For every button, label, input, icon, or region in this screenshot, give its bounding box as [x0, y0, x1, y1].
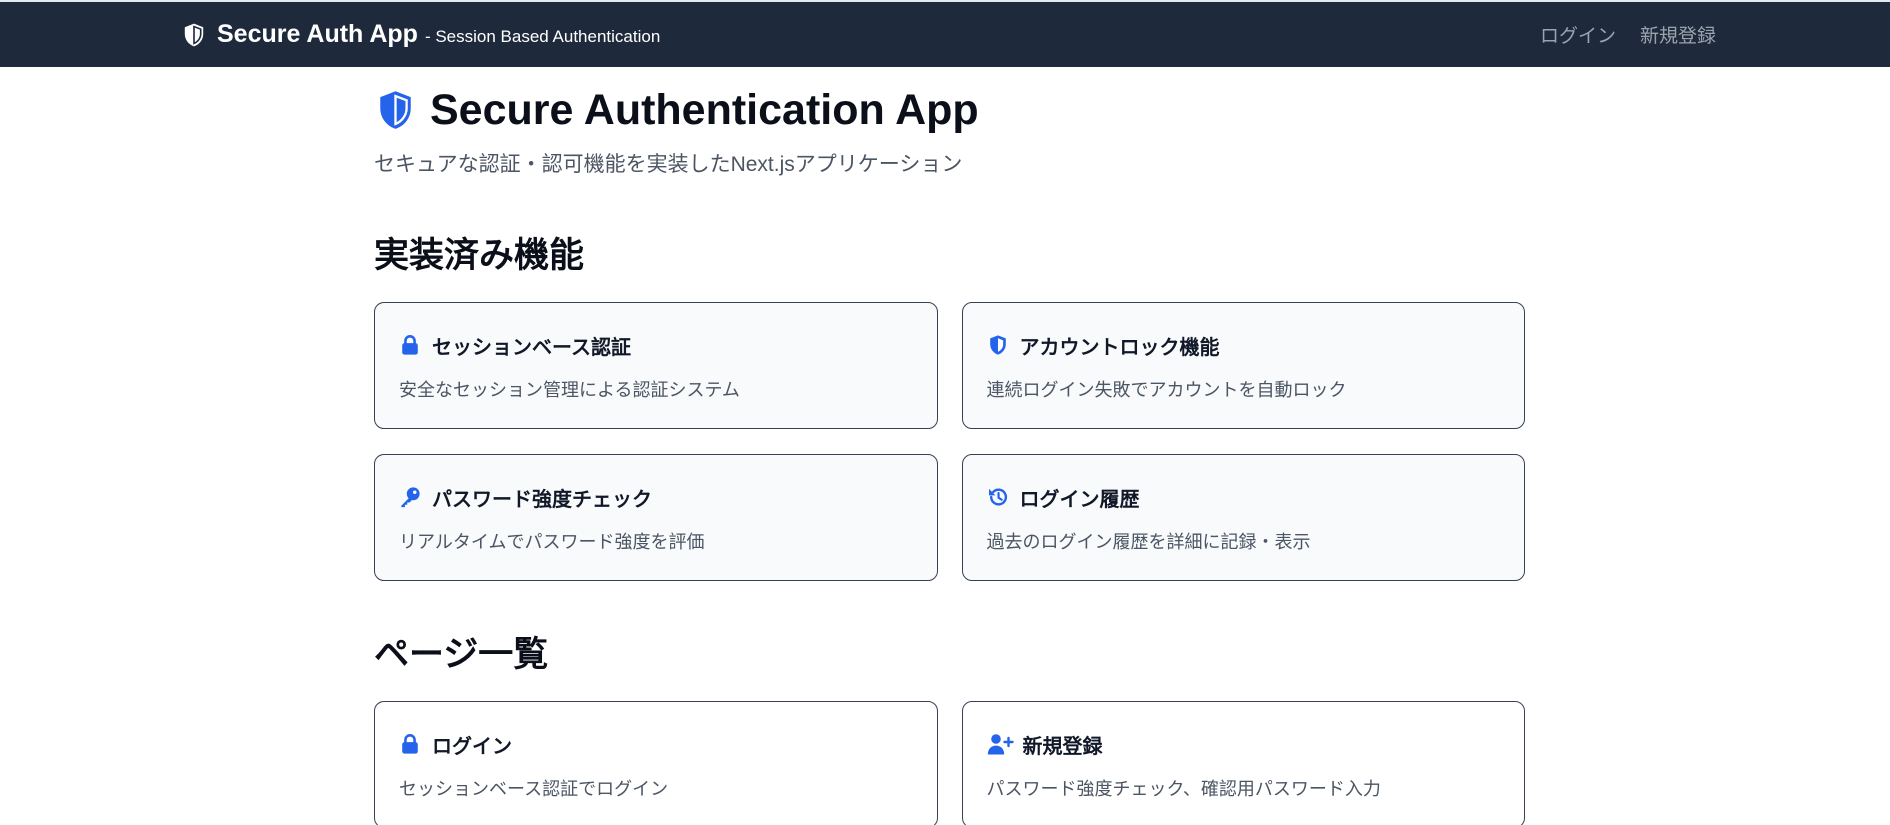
pages-heading: ページ一覧	[374, 635, 549, 674]
page-subtitle: セキュアな認証・認可機能を実装したNext.jsアプリケーション	[374, 153, 963, 176]
feature-card-login-history: ログイン履歴 過去のログイン履歴を詳細に記録・表示	[961, 454, 1525, 581]
nav-link-register[interactable]: 新規登録	[1640, 21, 1716, 48]
page-card-login[interactable]: ログイン セッションベース認証でログイン	[374, 701, 938, 825]
feature-card-account-lock: アカウントロック機能 連続ログイン失敗でアカウントを自動ロック	[961, 302, 1525, 429]
key-icon	[399, 486, 421, 508]
page-title: Secure Authentication App	[430, 86, 979, 134]
brand-subtitle: - Session Based Authentication	[424, 27, 661, 46]
shield-halved-icon	[181, 22, 207, 48]
pages-grid: ログイン セッションベース認証でログイン 新規登録 パスワード強度チェック、確認…	[374, 701, 1525, 825]
shield-halved-icon	[374, 87, 417, 133]
page-card-register[interactable]: 新規登録 パスワード強度チェック、確認用パスワード入力	[961, 701, 1525, 825]
brand-link[interactable]: Secure Auth App - Session Based Authenti…	[181, 20, 660, 49]
lock-icon	[399, 334, 421, 356]
shield-halved-icon	[987, 334, 1009, 356]
brand-title: Secure Auth App	[217, 20, 418, 48]
page-card-description: セッションベース認証でログイン	[399, 779, 669, 799]
history-icon	[987, 486, 1009, 508]
feature-description: リアルタイムでパスワード強度を評価	[399, 532, 705, 552]
feature-card-session-auth: セッションベース認証 安全なセッション管理による認証システム	[374, 302, 938, 429]
feature-title: ログイン履歴	[1019, 488, 1140, 511]
main-content: Secure Authentication App セキュアな認証・認可機能を実…	[374, 67, 1525, 825]
features-grid: セッションベース認証 安全なセッション管理による認証システム アカウントロック機…	[374, 302, 1525, 581]
navbar-inner: Secure Auth App - Session Based Authenti…	[181, 2, 1716, 67]
feature-description: 安全なセッション管理による認証システム	[399, 380, 740, 400]
hero-title-row: Secure Authentication App	[374, 87, 1525, 133]
feature-title: セッションベース認証	[432, 336, 631, 359]
page-card-title: ログイン	[432, 735, 512, 758]
nav-links: ログイン 新規登録	[1516, 21, 1716, 48]
page-card-title: 新規登録	[1022, 735, 1103, 758]
feature-description: 過去のログイン履歴を詳細に記録・表示	[986, 532, 1311, 552]
user-plus-icon	[987, 733, 1014, 755]
lock-icon	[399, 733, 421, 755]
feature-card-password-strength: パスワード強度チェック リアルタイムでパスワード強度を評価	[374, 454, 938, 581]
feature-title: パスワード強度チェック	[432, 488, 652, 511]
features-heading: 実装済み機能	[374, 236, 585, 275]
top-navbar: Secure Auth App - Session Based Authenti…	[0, 0, 1890, 67]
nav-link-login[interactable]: ログイン	[1540, 21, 1616, 48]
feature-title: アカウントロック機能	[1019, 336, 1220, 359]
feature-description: 連続ログイン失敗でアカウントを自動ロック	[986, 380, 1347, 400]
page-card-description: パスワード強度チェック、確認用パスワード入力	[986, 779, 1381, 799]
